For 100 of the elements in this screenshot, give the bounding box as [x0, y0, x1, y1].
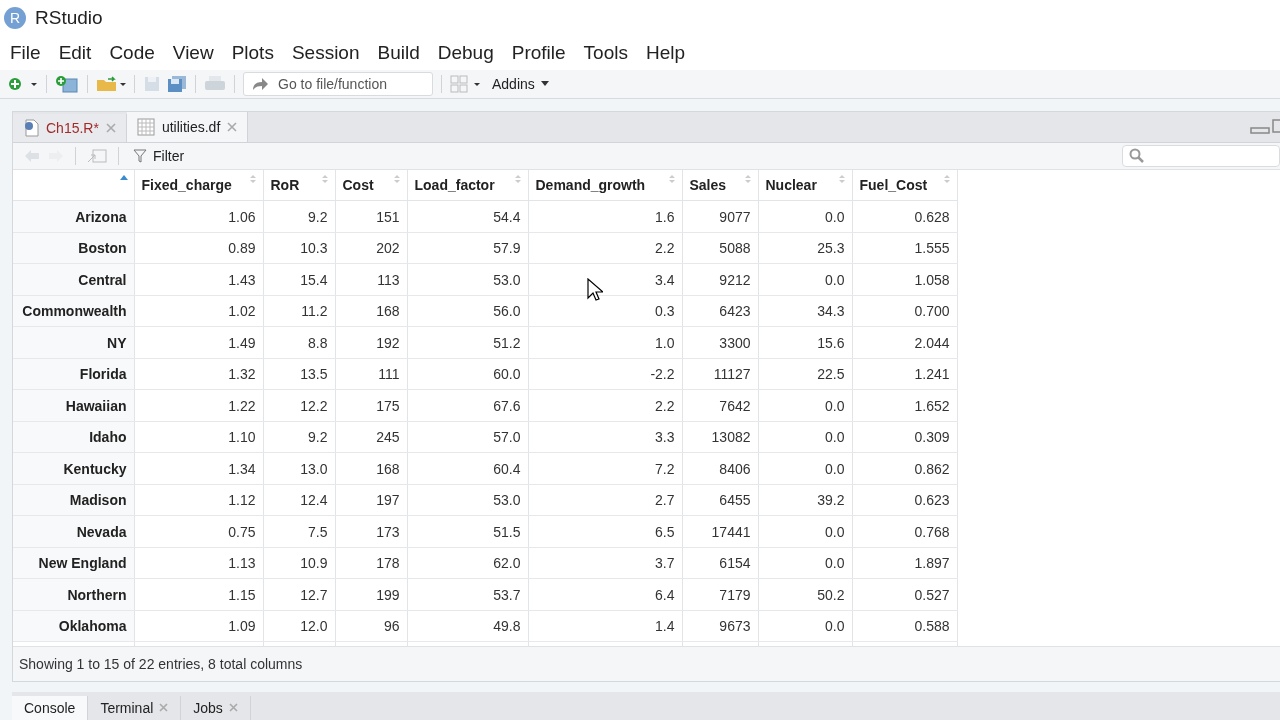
maximize-icon[interactable] — [1272, 118, 1280, 133]
popout-icon[interactable] — [86, 147, 108, 164]
table-cell: 13.5 — [263, 358, 335, 390]
table-cell: 1.49 — [134, 326, 263, 359]
go-to-file-field[interactable]: Go to file/function — [243, 71, 433, 96]
table-cell: 3.7 — [528, 547, 682, 579]
table-cell: 5088 — [682, 232, 758, 264]
menu-item[interactable]: Tools — [575, 41, 636, 64]
editor-tab[interactable]: Ch15.R* — [13, 113, 127, 142]
open-folder-icon[interactable] — [96, 75, 126, 92]
search-icon — [1129, 147, 1145, 164]
column-header[interactable]: Cost — [335, 169, 407, 201]
column-header[interactable]: Sales — [682, 169, 758, 201]
table-cell: 0.75 — [134, 515, 263, 548]
table-cell: 0.862 — [852, 452, 957, 485]
menu-item[interactable]: Session — [283, 41, 368, 64]
table-cell: 0.89 — [134, 232, 263, 264]
table-cell: 13082 — [682, 421, 758, 453]
column-header[interactable]: Nuclear — [758, 169, 852, 201]
menu-item[interactable]: Code — [101, 41, 163, 64]
close-icon[interactable] — [227, 121, 238, 132]
row-name: Hawaiian — [13, 389, 134, 422]
table-cell: 1.12 — [134, 484, 263, 516]
window-title: RStudio — [35, 6, 103, 29]
console-tab[interactable]: Jobs — [181, 696, 251, 720]
new-file-icon[interactable] — [8, 75, 38, 92]
filter-button[interactable]: Filter — [129, 147, 189, 164]
table-cell: 1.32 — [134, 358, 263, 390]
table-cell: 10.3 — [263, 232, 335, 264]
table-cell: 1.10 — [134, 421, 263, 453]
addins-menu-button[interactable]: Addins — [488, 75, 553, 92]
table-cell: 1.897 — [852, 547, 957, 579]
row-name: Central — [13, 263, 134, 296]
table-cell: 9212 — [682, 263, 758, 296]
table-cell: 60.4 — [407, 452, 528, 485]
table-cell: 0.0 — [758, 547, 852, 579]
table-cell: 17441 — [682, 515, 758, 548]
table-cell: 0.768 — [852, 515, 957, 548]
table-cell: 1.02 — [134, 295, 263, 327]
row-name: Arizona — [13, 200, 134, 233]
save-icon[interactable] — [143, 74, 161, 93]
table-cell: 0.527 — [852, 578, 957, 611]
table-cell: 6455 — [682, 484, 758, 516]
menu-item[interactable]: View — [164, 41, 222, 64]
column-header[interactable]: RoR — [263, 169, 335, 201]
row-name: Madison — [13, 484, 134, 516]
table-cell: 1.06 — [134, 200, 263, 233]
table-cell: 13.0 — [263, 452, 335, 485]
table-cell: 12.7 — [263, 578, 335, 611]
table-cell: 0.588 — [852, 610, 957, 642]
close-icon[interactable] — [159, 703, 169, 713]
table-cell: 34.3 — [758, 295, 852, 327]
table-cell: 0.309 — [852, 421, 957, 453]
console-tab[interactable]: Terminal — [88, 696, 182, 720]
column-header[interactable] — [13, 169, 134, 201]
table-cell: 7.5 — [263, 515, 335, 548]
table-cell: 151 — [335, 200, 407, 233]
row-name: Commonwealth — [13, 295, 134, 327]
menu-item[interactable]: File — [2, 41, 49, 64]
table-cell: 192 — [335, 326, 407, 359]
new-project-icon[interactable] — [55, 74, 79, 93]
table-cell: 1.22 — [134, 389, 263, 422]
menu-item[interactable]: Plots — [223, 41, 282, 64]
menu-item[interactable]: Help — [637, 41, 694, 64]
table-cell: 0.0 — [758, 515, 852, 548]
row-name: Boston — [13, 232, 134, 264]
table-cell: 11.2 — [263, 295, 335, 327]
menu-item[interactable]: Profile — [503, 41, 574, 64]
close-icon[interactable] — [105, 122, 116, 133]
editor-tab[interactable]: utilities.df — [126, 111, 249, 142]
table-cell: 51.5 — [407, 515, 528, 548]
table-cell: 168 — [335, 452, 407, 485]
table-cell: 168 — [335, 295, 407, 327]
print-icon[interactable] — [204, 74, 226, 93]
table-cell: 12.4 — [263, 484, 335, 516]
column-header[interactable]: Fuel_Cost — [852, 169, 957, 201]
save-all-icon[interactable] — [167, 74, 187, 93]
close-icon[interactable] — [228, 703, 238, 713]
menu-item[interactable]: Edit — [50, 41, 100, 64]
menu-item[interactable]: Build — [369, 41, 428, 64]
grid-layout-icon[interactable] — [450, 74, 482, 93]
app-logo-icon: R — [4, 6, 26, 29]
row-name: Kentucky — [13, 452, 134, 485]
table-cell: 56.0 — [407, 295, 528, 327]
table-cell: 111 — [335, 358, 407, 390]
table-cell: 9.2 — [263, 421, 335, 453]
table-cell: 10.9 — [263, 547, 335, 579]
column-header[interactable]: Demand_growth — [528, 169, 682, 201]
menu-item[interactable]: Debug — [429, 41, 502, 64]
table-icon — [136, 117, 155, 136]
console-tab[interactable]: Console — [12, 696, 89, 720]
table-cell: 60.0 — [407, 358, 528, 390]
table-cell: 22.5 — [758, 358, 852, 390]
search-field[interactable] — [1122, 144, 1280, 167]
table-cell: 8.8 — [263, 326, 335, 359]
row-name: New England — [13, 547, 134, 579]
column-header[interactable]: Fixed_charge — [134, 169, 263, 201]
mouse-pointer-icon — [587, 277, 603, 302]
table-cell: 50.2 — [758, 578, 852, 611]
column-header[interactable]: Load_factor — [407, 169, 528, 201]
